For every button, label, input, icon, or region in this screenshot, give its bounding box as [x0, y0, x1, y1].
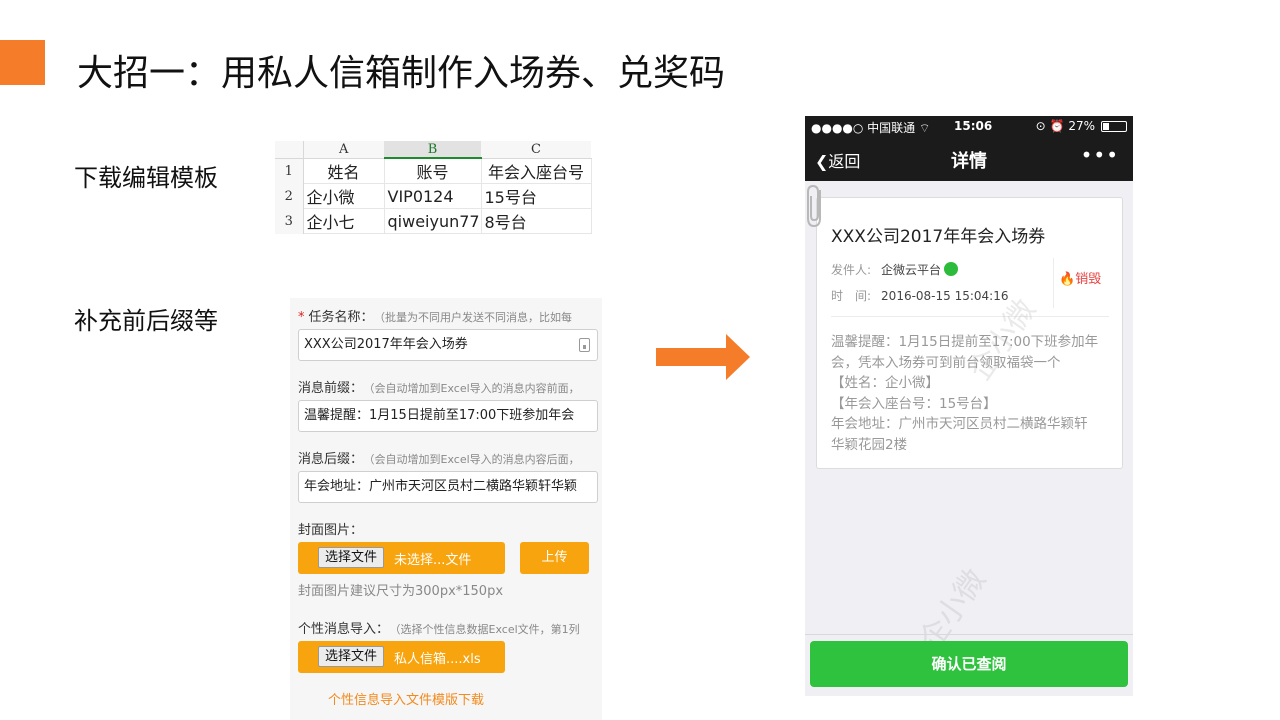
divider — [1053, 258, 1054, 308]
cover-label: 封面图片： — [298, 523, 364, 538]
cell-c1[interactable]: 年会入座台号 — [481, 158, 592, 184]
task-name-value: XXX公司2017年年会入场券 — [304, 337, 468, 352]
col-header-a[interactable]: A — [303, 141, 384, 159]
suffix-label: 消息后缀： — [298, 452, 364, 467]
time-label: 时 间: — [831, 289, 872, 303]
body-line: 【姓名：企小微】 — [831, 375, 939, 391]
suffix-value: 年会地址：广州市天河区员村二横路华颖轩华颖 — [304, 479, 578, 494]
title-accent-bar — [0, 40, 45, 85]
suffix-label-row: 消息后缀： （会自动增加到Excel导入的消息内容后面， — [298, 448, 580, 467]
sender-row: 发件人: 企微云平台 — [831, 261, 959, 278]
divider — [831, 316, 1109, 317]
import-file-picker[interactable]: 选择文件 私人信箱....xls — [298, 641, 505, 673]
message-card: XXX公司2017年年会入场券 发件人: 企微云平台 时 间: 2016-08-15… — [807, 184, 1123, 469]
paperclip-icon — [807, 184, 821, 228]
import-label: 个性消息导入： — [298, 622, 390, 637]
right-arrow-icon — [656, 334, 750, 380]
import-hint: （选择个性信息数据Excel文件，第1列 — [395, 623, 580, 636]
battery-fill — [1103, 123, 1109, 130]
cover-file-picker[interactable]: 选择文件 未选择...文件 — [298, 542, 505, 574]
time-row: 时 间: 2016-08-15 15:04:16 — [831, 287, 1009, 304]
prefix-value: 温馨提醒：1月15日提前至17:00下班参加年会 — [304, 408, 575, 423]
sender-label: 发件人: — [831, 263, 872, 277]
row-number[interactable]: 2 — [275, 183, 304, 209]
message-form: * 任务名称： （批量为不同用户发送不同消息，比如每 XXX公司2017年年会入场券… — [290, 298, 602, 720]
cover-size-tip: 封面图片建议尺寸为300px*150px — [298, 584, 504, 599]
send-time: 2016-08-15 15:04:16 — [881, 289, 1009, 303]
row-number[interactable]: 1 — [275, 158, 304, 184]
alarm-icon: ⏰ — [1049, 119, 1065, 133]
slide-title: 大招一：用私人信箱制作入场券、兑奖码 — [77, 53, 726, 94]
suffix-input[interactable]: 年会地址：广州市天河区员村二横路华颖轩华颖 — [298, 471, 598, 503]
cell-a3[interactable]: 企小七 — [303, 208, 385, 234]
prefix-label: 消息前缀： — [298, 381, 364, 396]
phone-screenshot: ●●●●○ 中国联通 ⌔ 15:06 ⊙ ⏰ 27% ❮返回 详情 ••• XX… — [805, 116, 1133, 696]
carrier-signal: ●●●●○ 中国联通 ⌔ — [811, 121, 931, 135]
divider — [805, 634, 1133, 635]
cell-b3[interactable]: qiweiyun77 — [384, 208, 482, 234]
nav-bar: ❮返回 详情 ••• — [805, 137, 1133, 181]
task-name-label-row: * 任务名称： （批量为不同用户发送不同消息，比如每 — [298, 306, 572, 325]
col-header-c[interactable]: C — [481, 141, 591, 159]
prefix-label-row: 消息前缀： （会自动增加到Excel导入的消息内容前面， — [298, 377, 580, 396]
body-line: 年会地址：广州市天河区员村二横路华颖轩 — [831, 416, 1088, 432]
cell-c3[interactable]: 8号台 — [481, 208, 592, 234]
choose-file-button[interactable]: 选择文件 — [318, 646, 385, 667]
upload-button[interactable]: 上传 — [520, 542, 589, 574]
status-right: ⊙ ⏰ 27% — [1036, 119, 1095, 133]
col-header-b[interactable]: B — [384, 141, 481, 159]
prefix-hint: （会自动增加到Excel导入的消息内容前面， — [369, 382, 580, 395]
import-file-name: 私人信箱....xls — [394, 652, 481, 667]
cell-a1[interactable]: 姓名 — [303, 158, 385, 184]
lock-rotation-icon: ⊙ — [1035, 119, 1046, 133]
prefix-input[interactable]: 温馨提醒：1月15日提前至17:00下班参加年会 — [298, 400, 598, 432]
task-name-input[interactable]: XXX公司2017年年会入场券 — [298, 329, 598, 361]
status-time: 15:06 — [954, 119, 993, 133]
lock-icon — [579, 338, 590, 352]
status-bar: ●●●●○ 中国联通 ⌔ 15:06 ⊙ ⏰ 27% — [805, 116, 1133, 137]
card-title: XXX公司2017年年会入场券 — [831, 227, 1046, 247]
battery-percent: 27% — [1068, 119, 1095, 133]
sender-name: 企微云平台 — [881, 263, 942, 277]
confirm-read-button[interactable]: 确认已查阅 — [810, 641, 1128, 687]
label-add-affix: 补充前后缀等 — [74, 307, 218, 335]
required-mark: * — [298, 310, 305, 325]
more-button[interactable]: ••• — [1081, 143, 1119, 167]
choose-file-button[interactable]: 选择文件 — [318, 547, 385, 568]
cell-c2[interactable]: 15号台 — [481, 183, 592, 209]
cell-a2[interactable]: 企小微 — [303, 183, 385, 209]
template-download-link[interactable]: 个性信息导入文件模版下载 — [328, 689, 484, 708]
destroy-button[interactable]: 🔥销毁 — [1059, 268, 1101, 287]
label-download-template: 下载编辑模板 — [74, 164, 218, 192]
body-line: 华颖花园2楼 — [831, 436, 908, 453]
body-line: 【年会入座台号：15号台】 — [831, 395, 997, 412]
flame-icon: 🔥 — [1059, 272, 1076, 287]
spreadsheet-template: A B C 1 姓名 账号 年会入座台号 2 企小微 VIP0124 15号台 … — [275, 141, 593, 236]
corner-cell — [275, 141, 304, 159]
import-label-row: 个性消息导入： （选择个性信息数据Excel文件，第1列 — [298, 618, 580, 637]
wifi-icon: ⌔ — [919, 121, 931, 135]
task-name-label: 任务名称： — [308, 310, 374, 325]
cell-b1[interactable]: 账号 — [384, 158, 482, 184]
wechat-icon — [944, 262, 959, 276]
cover-file-name: 未选择...文件 — [394, 553, 472, 568]
row-number[interactable]: 3 — [275, 208, 304, 234]
suffix-hint: （会自动增加到Excel导入的消息内容后面， — [369, 453, 580, 466]
task-name-hint: （批量为不同用户发送不同消息，比如每 — [379, 311, 573, 324]
battery-icon — [1101, 121, 1127, 132]
cell-b2[interactable]: VIP0124 — [384, 183, 482, 209]
